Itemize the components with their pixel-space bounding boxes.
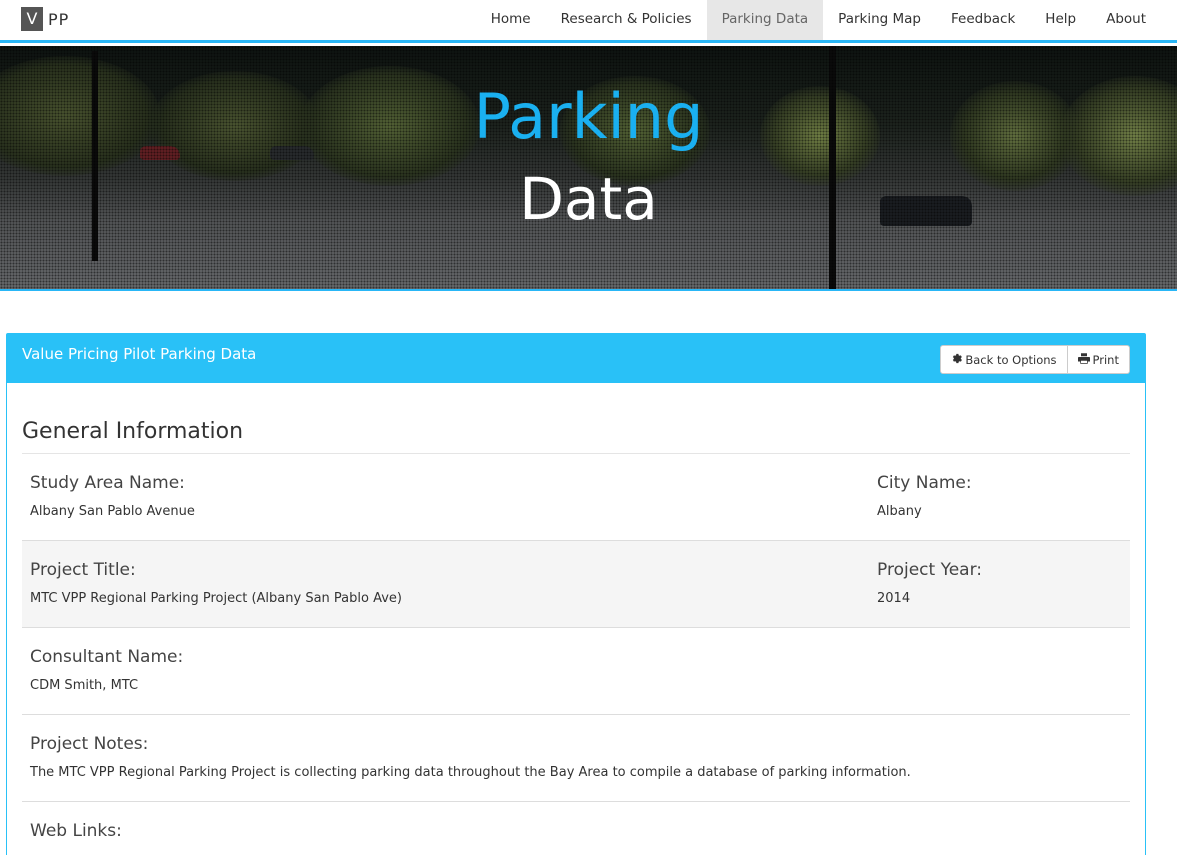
study-area-value: Albany San Pablo Avenue (30, 504, 195, 519)
project-year-label: Project Year: (877, 560, 982, 580)
print-label: Print (1092, 352, 1119, 367)
nav-parking-data[interactable]: Parking Data (706, 0, 824, 40)
nav-feedback[interactable]: Feedback (936, 0, 1030, 40)
main-nav: Home Research & Policies Parking Data Pa… (476, 0, 1161, 40)
nav-home[interactable]: Home (476, 0, 546, 40)
info-row-study-area: Study Area Name: Albany San Pablo Avenue… (22, 454, 1130, 541)
info-row-consultant: Consultant Name: CDM Smith, MTC (22, 628, 1130, 715)
info-row-project-notes: Project Notes: The MTC VPP Regional Park… (22, 715, 1130, 802)
project-title-label: Project Title: (30, 560, 136, 580)
nav-about[interactable]: About (1091, 0, 1161, 40)
city-value: Albany (877, 504, 922, 519)
print-icon (1077, 352, 1090, 367)
project-notes-value: The MTC VPP Regional Parking Project is … (30, 765, 911, 780)
back-to-options-label: Back to Options (965, 352, 1057, 367)
parking-data-panel: Value Pricing Pilot Parking Data Back to… (6, 333, 1146, 855)
nav-research-policies[interactable]: Research & Policies (546, 0, 707, 40)
panel-heading: Value Pricing Pilot Parking Data Back to… (7, 334, 1145, 383)
brand-text: PP (48, 9, 70, 29)
web-links-label: Web Links: (30, 821, 122, 841)
panel-button-group: Back to Options Print (940, 345, 1130, 374)
panel-body: General Information Study Area Name: Alb… (7, 383, 1145, 855)
hero-title-line1: Parking (473, 80, 704, 153)
study-area-label: Study Area Name: (30, 473, 185, 493)
brand-box-letter: V (21, 7, 43, 31)
project-notes-label: Project Notes: (30, 734, 149, 754)
gear-icon (951, 353, 963, 367)
info-row-project-title: Project Title: MTC VPP Regional Parking … (22, 541, 1130, 628)
city-label: City Name: (877, 473, 972, 493)
project-year-value: 2014 (877, 591, 911, 606)
general-information-heading: General Information (22, 383, 1130, 454)
hero-banner: Parking Data (0, 46, 1177, 291)
nav-help[interactable]: Help (1030, 0, 1091, 40)
nav-parking-map[interactable]: Parking Map (823, 0, 936, 40)
consultant-label: Consultant Name: (30, 647, 184, 667)
brand-logo[interactable]: V PP (21, 7, 69, 31)
consultant-value: CDM Smith, MTC (30, 678, 139, 693)
project-title-value: MTC VPP Regional Parking Project (Albany… (30, 591, 402, 606)
panel-title: Value Pricing Pilot Parking Data (22, 345, 257, 363)
info-row-web-links: Web Links: (22, 802, 1130, 855)
top-navbar: V PP Home Research & Policies Parking Da… (0, 0, 1177, 43)
back-to-options-button[interactable]: Back to Options (940, 345, 1068, 374)
print-button[interactable]: Print (1067, 345, 1130, 374)
hero-title-line2: Data (519, 165, 658, 233)
